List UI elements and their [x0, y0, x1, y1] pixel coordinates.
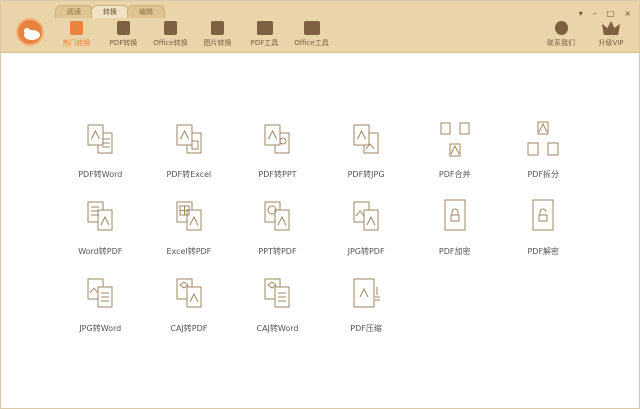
tool-jpg-to-pdf[interactable]: JPG转PDF	[322, 196, 411, 273]
jpg-to-pdf-icon	[346, 196, 386, 240]
tool-label: PDF压缩	[350, 324, 382, 333]
maximize-button[interactable]: □	[607, 9, 615, 18]
close-button[interactable]: ×	[624, 9, 631, 18]
nav-label: 图片转换	[203, 39, 232, 47]
nav-pdf-tools[interactable]: PDF工具	[241, 21, 288, 48]
tool-pdf-merge[interactable]: PDF合并	[410, 119, 499, 196]
tool-ppt-to-pdf[interactable]: PPT转PDF	[233, 196, 322, 273]
vip-label: 升级VIP	[598, 39, 624, 47]
nav-label: PDF转换	[109, 39, 138, 47]
tab-read[interactable]: 阅读	[55, 5, 93, 18]
pdf-to-excel-icon	[169, 119, 209, 163]
toolbox-icon	[303, 21, 320, 35]
app-window: 阅读 转换 编辑 ▾ – □ × 热门转换 PDF转换 Office转换 图片转…	[0, 0, 640, 409]
main-nav: 热门转换 PDF转换 Office转换 图片转换 PDF工具 Office工具	[53, 21, 335, 48]
image-icon	[211, 21, 224, 35]
tool-pdf-to-word[interactable]: PDF转Word	[56, 119, 145, 196]
tool-label: PDF拆分	[527, 170, 560, 179]
tool-excel-to-pdf[interactable]: Excel转PDF	[145, 196, 234, 273]
tool-label: PDF解密	[527, 247, 560, 256]
nav-label: Office工具	[294, 39, 329, 47]
tool-word-to-pdf[interactable]: Word转PDF	[56, 196, 145, 273]
toolbar: 阅读 转换 编辑 ▾ – □ × 热门转换 PDF转换 Office转换 图片转…	[1, 1, 639, 53]
window-controls: ▾ – □ ×	[579, 9, 631, 18]
star-icon	[70, 21, 83, 35]
tool-label: CAJ转Word	[256, 324, 299, 333]
app-logo	[16, 18, 44, 46]
nav-pdf-convert[interactable]: PDF转换	[100, 21, 147, 48]
tool-caj-to-pdf[interactable]: CAJ转PDF	[145, 273, 234, 350]
tool-grid: PDF转Word PDF转Excel PDF转PPT PDF转JPG PDF合并 PDF拆…	[56, 119, 588, 350]
nav-image-convert[interactable]: 图片转换	[194, 21, 241, 48]
minimize-button[interactable]: –	[593, 9, 597, 18]
tool-label: PDF转PPT	[258, 170, 297, 179]
caj-to-pdf-icon	[169, 273, 209, 317]
tool-label: PDF加密	[438, 247, 471, 256]
document-icon	[164, 21, 177, 35]
jpg-to-word-icon	[80, 273, 120, 317]
briefcase-icon	[256, 21, 273, 35]
pdf-encrypt-icon	[435, 196, 475, 240]
tool-label: JPG转Word	[79, 324, 122, 333]
nav-label: PDF工具	[250, 39, 279, 47]
pdf-decrypt-icon	[523, 196, 563, 240]
menu-button[interactable]: ▾	[579, 9, 583, 18]
crown-icon	[602, 21, 620, 35]
pdf-split-icon	[523, 119, 563, 163]
headset-icon	[554, 21, 568, 35]
word-to-pdf-icon	[80, 196, 120, 240]
tool-jpg-to-word[interactable]: JPG转Word	[56, 273, 145, 350]
tool-label: PDF转Word	[78, 170, 123, 179]
account-area: 联系我们 升级VIP	[543, 21, 629, 48]
top-tabs: 阅读 转换 编辑	[55, 5, 165, 18]
nav-office-convert[interactable]: Office转换	[147, 21, 194, 48]
tool-pdf-decrypt[interactable]: PDF解密	[499, 196, 588, 273]
tab-edit[interactable]: 编辑	[127, 5, 165, 18]
tool-label: JPG转PDF	[347, 247, 385, 256]
nav-label: 热门转换	[62, 39, 91, 47]
excel-to-pdf-icon	[169, 196, 209, 240]
caj-to-word-icon	[257, 273, 297, 317]
ppt-to-pdf-icon	[257, 196, 297, 240]
tool-label: PPT转PDF	[258, 247, 297, 256]
pdf-to-word-icon	[80, 119, 120, 163]
tool-pdf-split[interactable]: PDF拆分	[499, 119, 588, 196]
pdf-icon	[117, 21, 130, 35]
tool-label: PDF转JPG	[347, 170, 385, 179]
pdf-to-ppt-icon	[257, 119, 297, 163]
pdf-to-jpg-icon	[346, 119, 386, 163]
tool-label: PDF合并	[438, 170, 471, 179]
tool-label: CAJ转PDF	[170, 324, 208, 333]
tool-label: PDF转Excel	[166, 170, 212, 179]
contact-button[interactable]: 联系我们	[543, 21, 579, 48]
tab-convert[interactable]: 转换	[91, 5, 129, 18]
pdf-merge-icon	[435, 119, 475, 163]
contact-label: 联系我们	[547, 39, 575, 47]
tool-label: Word转PDF	[78, 247, 123, 256]
tool-pdf-compress[interactable]: PDF压缩	[322, 273, 411, 350]
tool-pdf-to-excel[interactable]: PDF转Excel	[145, 119, 234, 196]
tool-label: Excel转PDF	[166, 247, 212, 256]
tool-pdf-to-ppt[interactable]: PDF转PPT	[233, 119, 322, 196]
tool-pdf-encrypt[interactable]: PDF加密	[410, 196, 499, 273]
pdf-compress-icon	[346, 273, 386, 317]
nav-label: Office转换	[153, 39, 188, 47]
nav-hot[interactable]: 热门转换	[53, 21, 100, 48]
upgrade-vip-button[interactable]: 升级VIP	[593, 21, 629, 48]
nav-office-tools[interactable]: Office工具	[288, 21, 335, 48]
tool-pdf-to-jpg[interactable]: PDF转JPG	[322, 119, 411, 196]
tool-caj-to-word[interactable]: CAJ转Word	[233, 273, 322, 350]
